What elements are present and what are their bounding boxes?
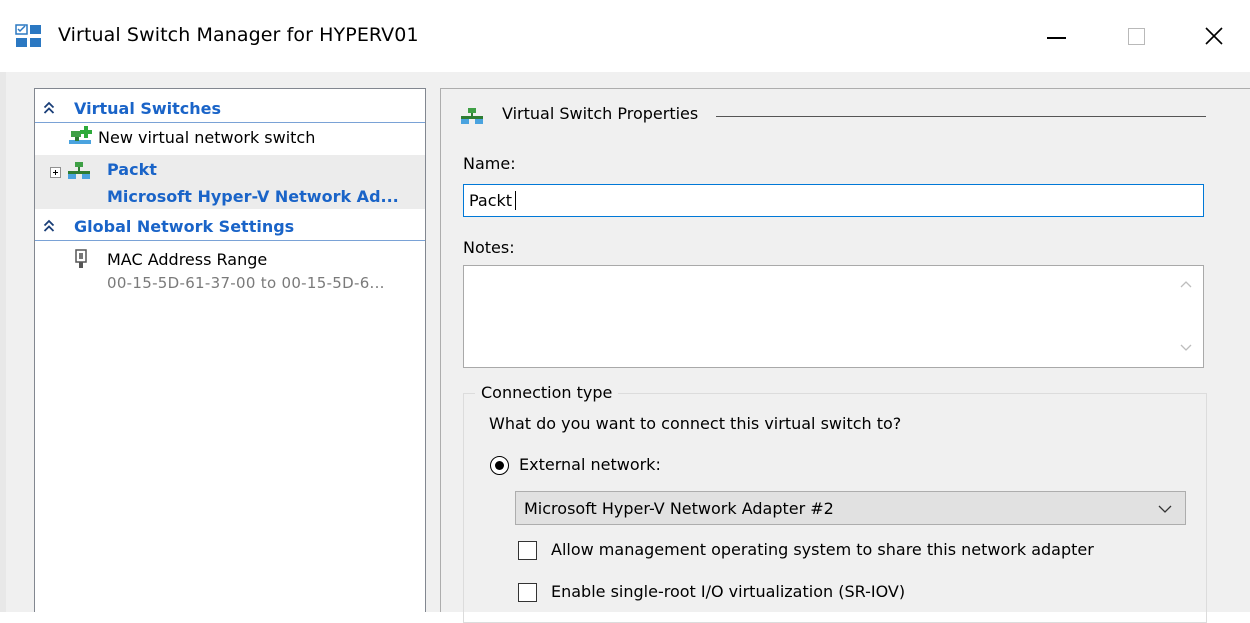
window-edge — [0, 72, 6, 612]
adapter-selected-value: Microsoft Hyper-V Network Adapter #2 — [524, 499, 834, 518]
external-network-radio[interactable] — [490, 456, 509, 475]
collapse-chevron-icon — [43, 101, 55, 114]
virtual-switch-manager-window: Virtual Switch Manager for HYPERV01 Virt… — [0, 0, 1250, 623]
mac-address-value: 00-15-5D-61-37-00 to 00-15-5D-6... — [107, 274, 385, 292]
title-bar: Virtual Switch Manager for HYPERV01 — [0, 0, 1250, 72]
chevron-down-icon — [1158, 505, 1172, 513]
allow-management-label[interactable]: Allow management operating system to sha… — [551, 540, 1094, 559]
notes-textarea[interactable] — [463, 265, 1204, 368]
group-header-label: Virtual Switches — [74, 99, 222, 118]
expand-icon[interactable] — [50, 167, 61, 178]
mac-address-label: MAC Address Range — [107, 250, 268, 269]
close-button[interactable] — [1188, 14, 1240, 58]
external-network-label[interactable]: External network: — [519, 455, 661, 474]
network-switch-add-icon — [69, 126, 92, 144]
radio-selected-dot — [494, 460, 504, 470]
new-switch-label: New virtual network switch — [98, 128, 316, 147]
collapse-chevron-icon — [43, 219, 55, 232]
switch-tree: Virtual Switches New virtual network swi… — [34, 88, 426, 612]
notes-label: Notes: — [463, 238, 515, 257]
group-header-global-settings[interactable]: Global Network Settings — [35, 215, 425, 241]
group-header-virtual-switches[interactable]: Virtual Switches — [35, 97, 425, 123]
sriov-label[interactable]: Enable single-root I/O virtualization (S… — [551, 582, 905, 601]
scroll-down-icon[interactable] — [1176, 344, 1196, 356]
window-title: Virtual Switch Manager for HYPERV01 — [58, 24, 419, 46]
name-label: Name: — [463, 154, 516, 173]
virtual-switch-manager-icon — [15, 24, 41, 47]
network-switch-icon — [68, 162, 90, 179]
network-plug-icon — [75, 249, 87, 268]
tree-item-switch-packt[interactable]: Packt Microsoft Hyper-V Network Ad... — [35, 155, 425, 209]
sriov-checkbox[interactable] — [518, 583, 537, 602]
minimize-icon — [1046, 37, 1066, 39]
section-divider — [716, 116, 1206, 117]
connection-type-legend: Connection type — [475, 383, 619, 402]
connection-question: What do you want to connect this virtual… — [489, 414, 902, 433]
name-input[interactable] — [463, 184, 1204, 217]
group-header-label: Global Network Settings — [74, 217, 295, 236]
maximize-icon — [1127, 27, 1145, 45]
network-switch-icon — [461, 108, 483, 124]
switch-adapter: Microsoft Hyper-V Network Ad... — [107, 187, 399, 206]
tree-item-mac-address-range[interactable]: MAC Address Range 00-15-5D-61-37-00 to 0… — [35, 247, 425, 303]
close-icon — [1205, 27, 1223, 45]
switch-name: Packt — [107, 160, 157, 179]
scroll-up-icon[interactable] — [1176, 280, 1196, 292]
network-adapter-dropdown[interactable]: Microsoft Hyper-V Network Adapter #2 — [515, 491, 1186, 525]
tree-item-new-switch[interactable]: New virtual network switch — [35, 125, 425, 153]
text-caret — [515, 191, 516, 210]
allow-management-checkbox[interactable] — [518, 541, 537, 560]
section-title: Virtual Switch Properties — [502, 104, 699, 123]
maximize-button[interactable] — [1110, 14, 1162, 58]
minimize-button[interactable] — [1030, 14, 1082, 58]
